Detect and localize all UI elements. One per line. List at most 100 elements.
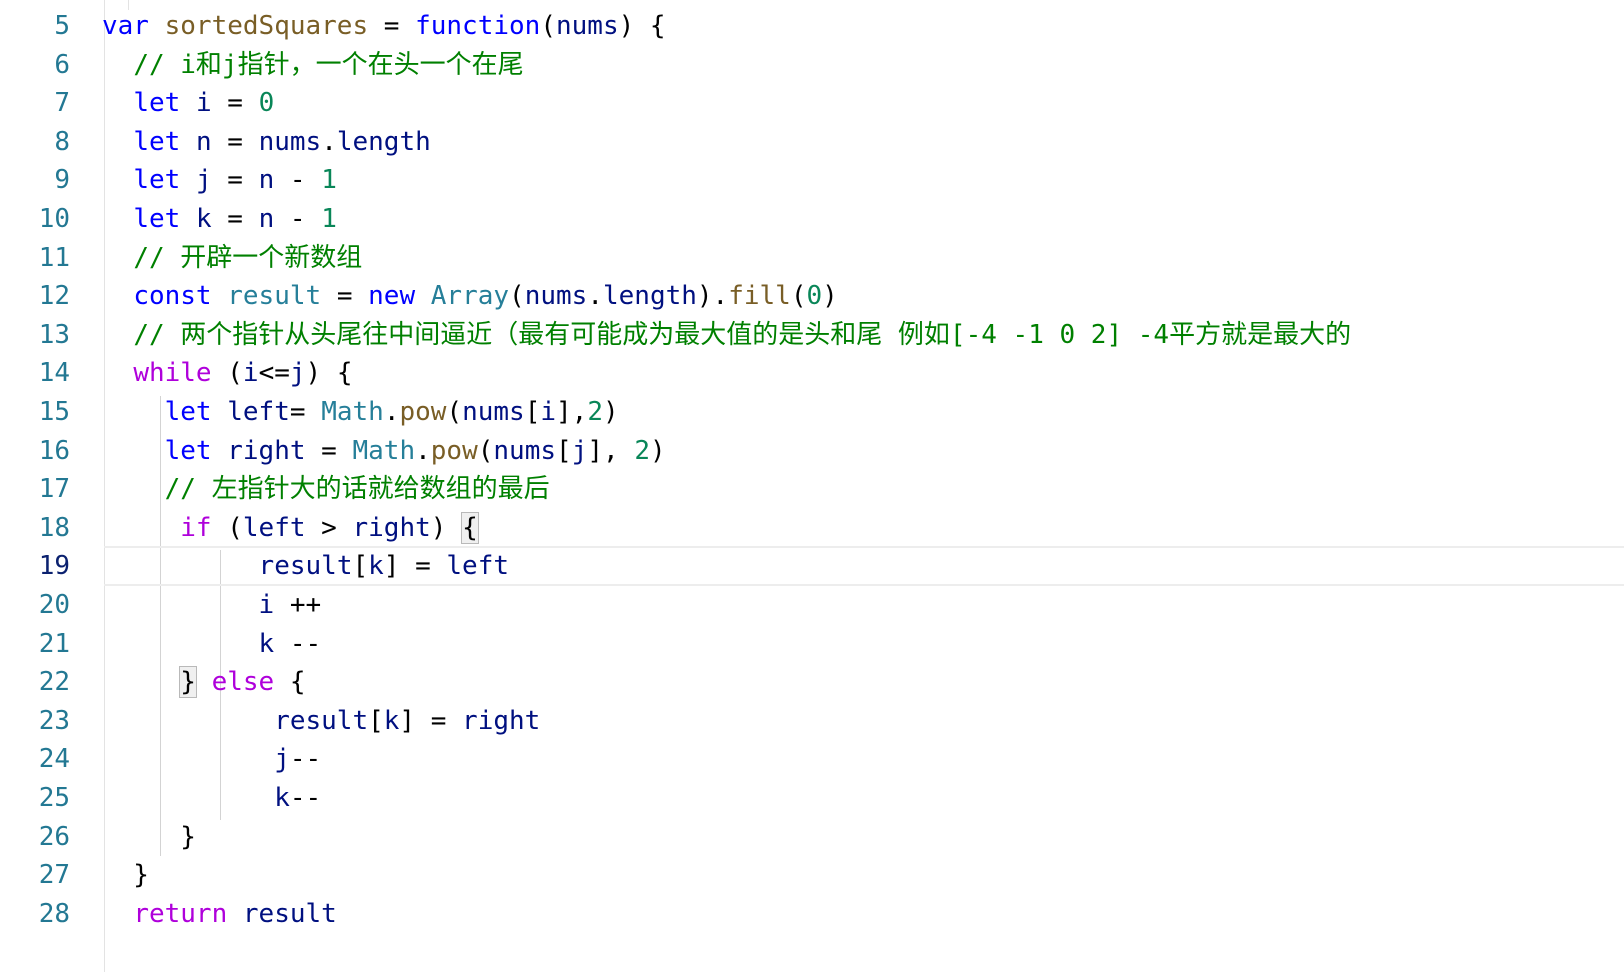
code-text[interactable]: var sortedSquares = function(nums) { xyxy=(102,6,666,46)
code-line[interactable]: 27 } xyxy=(0,855,1624,895)
line-number: 18 xyxy=(38,512,70,543)
code-token: k xyxy=(368,551,384,582)
code-line[interactable]: 14 while (i<=j) { xyxy=(0,353,1624,393)
code-token: j xyxy=(289,358,306,389)
code-text[interactable]: return result xyxy=(102,894,337,934)
code-text[interactable]: // 左指针大的话就给数组的最后 xyxy=(102,469,550,509)
code-token: let xyxy=(164,397,212,427)
code-token: k xyxy=(195,204,212,234)
code-token: 1 xyxy=(321,165,337,196)
code-token: nums xyxy=(258,126,322,157)
code-token: . xyxy=(321,126,337,157)
code-token: k xyxy=(274,783,290,813)
code-line[interactable]: 7 let i = 0 xyxy=(0,83,1624,123)
code-text[interactable]: } xyxy=(102,817,196,857)
code-token: - xyxy=(274,204,322,234)
code-token: pow xyxy=(430,435,478,466)
code-text[interactable]: k-- xyxy=(102,778,321,818)
code-line[interactable]: 18 if (left > right) { xyxy=(0,508,1624,548)
code-text[interactable]: let n = nums.length xyxy=(102,122,430,162)
code-token: = xyxy=(368,11,416,41)
code-comment: // i和j指针，一个在头一个在尾 xyxy=(133,49,524,80)
code-text[interactable]: // i和j指针，一个在头一个在尾 xyxy=(102,45,524,85)
code-line[interactable]: 5 var sortedSquares = function(nums) { xyxy=(0,6,1624,46)
code-text[interactable]: j-- xyxy=(102,739,321,779)
code-line[interactable]: 9 let j = n - 1 xyxy=(0,160,1624,200)
code-text[interactable]: let k = n - 1 xyxy=(102,199,337,239)
code-token: right xyxy=(462,705,541,736)
code-text[interactable]: // 开辟一个新数组 xyxy=(102,238,362,278)
code-token: fill xyxy=(728,281,791,312)
code-line[interactable]: 8 let n = nums.length xyxy=(0,122,1624,162)
code-line[interactable]: 13 // 两个指针从头尾往中间逼近（最有可能成为最大值的是头和尾 例如[-4 … xyxy=(0,315,1624,355)
code-text[interactable]: result[k] = right xyxy=(102,701,540,741)
code-token: ], xyxy=(556,397,588,427)
code-token: function xyxy=(415,11,541,41)
code-token: j xyxy=(571,435,588,466)
code-line[interactable]: 24 j-- xyxy=(0,739,1624,779)
line-number: 11 xyxy=(38,242,70,273)
code-line[interactable]: 16 let right = Math.pow(nums[j], 2) xyxy=(0,431,1624,471)
code-token: while xyxy=(133,358,212,389)
code-line[interactable]: 11 // 开辟一个新数组 xyxy=(0,238,1624,278)
code-line[interactable]: 26 } xyxy=(0,817,1624,857)
code-editor[interactable]: 5 var sortedSquares = function(nums) {6 /… xyxy=(0,0,1624,972)
matched-bracket: { xyxy=(461,511,479,544)
code-line[interactable]: 17 // 左指针大的话就给数组的最后 xyxy=(0,469,1624,509)
code-text[interactable]: } else { xyxy=(102,662,306,702)
line-number: 19 xyxy=(38,551,70,582)
line-number: 20 xyxy=(38,590,70,620)
code-token: return xyxy=(133,898,228,929)
code-text[interactable]: const result = new Array(nums.length).fi… xyxy=(102,276,838,316)
code-text[interactable]: let i = 0 xyxy=(102,83,274,123)
code-token: } xyxy=(102,821,196,852)
code-line[interactable]: 12 const result = new Array(nums.length)… xyxy=(0,276,1624,316)
code-token: ). xyxy=(696,281,729,312)
line-number: 24 xyxy=(38,744,70,775)
code-text[interactable]: if (left > right) { xyxy=(102,508,479,548)
code-text[interactable]: let right = Math.pow(nums[j], 2) xyxy=(102,431,666,471)
code-line[interactable]: 25 k-- xyxy=(0,778,1624,818)
code-text[interactable]: let left= Math.pow(nums[i],2) xyxy=(102,392,619,432)
line-number: 13 xyxy=(38,319,70,350)
code-token: = xyxy=(305,435,353,466)
code-token: 0 xyxy=(258,88,275,119)
code-text[interactable]: } xyxy=(102,855,149,895)
code-text[interactable]: i ++ xyxy=(102,585,322,625)
code-line[interactable]: 21 k -- xyxy=(0,624,1624,664)
code-token: 0 xyxy=(806,281,823,312)
code-line[interactable]: 20 i ++ xyxy=(0,585,1624,625)
code-text[interactable]: while (i<=j) { xyxy=(102,353,352,393)
code-text[interactable]: k -- xyxy=(102,624,322,664)
code-line[interactable]: 23 result[k] = right xyxy=(0,701,1624,741)
code-token: ) xyxy=(430,512,463,543)
code-text[interactable]: // 两个指针从头尾往中间逼近（最有可能成为最大值的是头和尾 例如[-4 -1 … xyxy=(102,315,1351,355)
code-token: ] = xyxy=(383,551,447,582)
code-line[interactable]: 22 } else { xyxy=(0,662,1624,702)
code-comment: // 开辟一个新数组 xyxy=(133,242,363,273)
code-text[interactable]: let j = n - 1 xyxy=(102,160,337,200)
code-line[interactable]: 6 // i和j指针，一个在头一个在尾 xyxy=(0,45,1624,85)
code-token: ) { xyxy=(618,11,666,41)
code-text[interactable]: result[k] = left xyxy=(102,546,509,586)
code-line[interactable]: 19 result[k] = left xyxy=(39,546,1624,586)
code-token: = xyxy=(211,165,259,196)
code-line[interactable]: 15 let left= Math.pow(nums[i],2) xyxy=(0,392,1624,432)
matched-bracket: } xyxy=(179,666,197,699)
code-line[interactable]: 10 let k = n - 1 xyxy=(0,199,1624,239)
code-token: ( xyxy=(211,512,243,543)
code-line[interactable]: 28 return result xyxy=(0,894,1624,934)
